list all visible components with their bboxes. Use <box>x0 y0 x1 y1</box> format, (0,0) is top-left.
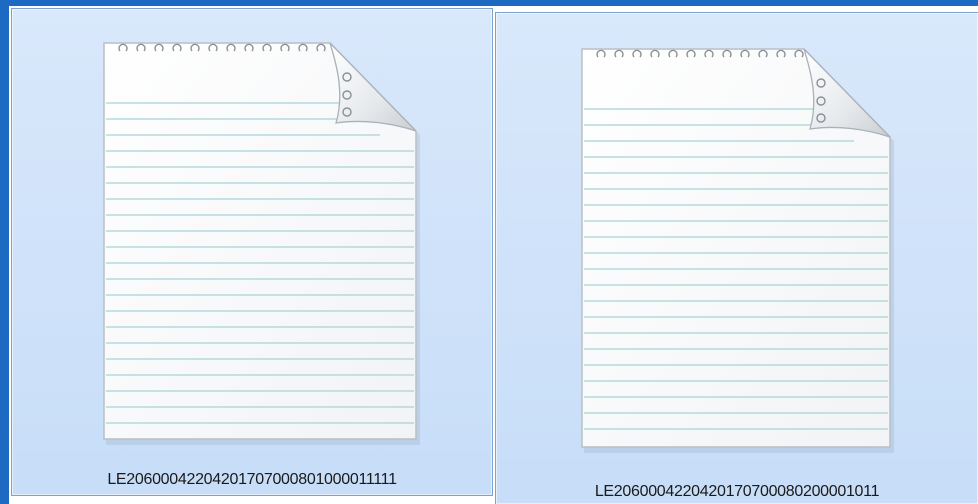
window-frame-top <box>0 0 978 6</box>
file-name-label[interactable]: LE20600042204201707000801000011111 <box>12 471 492 489</box>
file-name-label[interactable]: LE2060004220420170700080200001011 <box>496 483 978 501</box>
window-frame-left <box>0 0 9 504</box>
file-item-1[interactable]: LE20600042204201707000801000011111 <box>11 8 493 496</box>
file-view: LE20600042204201707000801000011111 LE206… <box>0 0 978 504</box>
text-document-icon <box>103 42 420 445</box>
file-item-2[interactable]: LE2060004220420170700080200001011 <box>495 12 978 504</box>
text-document-icon <box>581 48 894 453</box>
